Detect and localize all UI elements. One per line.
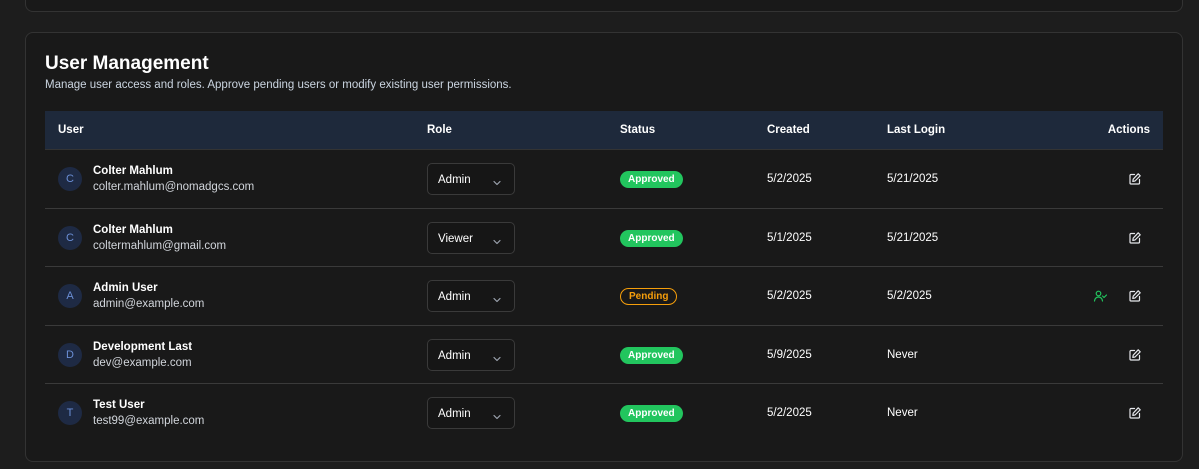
edit-icon[interactable] xyxy=(1128,406,1142,420)
table-row: A Admin User admin@example.com Admin Pending… xyxy=(45,267,1163,326)
status-badge: Approved xyxy=(620,229,683,247)
last-login-date: 5/2/2025 xyxy=(887,290,932,303)
last-login-date: 5/21/2025 xyxy=(887,231,939,244)
created-date: 5/2/2025 xyxy=(767,290,812,303)
chevron-down-icon xyxy=(492,175,502,186)
edit-icon[interactable] xyxy=(1128,172,1142,186)
column-header-actions: Actions xyxy=(1107,124,1150,136)
role-select-value: Admin xyxy=(438,349,471,362)
table-row: C Colter Mahlum coltermahlum@gmail.com View… xyxy=(45,209,1163,268)
user-management-card: User Management Manage user access and r… xyxy=(25,32,1183,462)
user-email: dev@example.com xyxy=(93,356,192,369)
user-check-icon[interactable] xyxy=(1093,289,1108,303)
user-name: Test User xyxy=(93,399,145,412)
status-badge: Approved xyxy=(620,346,683,364)
user-name: Colter Mahlum xyxy=(93,223,173,236)
user-email: coltermahlum@gmail.com xyxy=(93,239,227,252)
page-subtitle: Manage user access and roles. Approve pe… xyxy=(45,79,512,91)
role-select-value: Admin xyxy=(438,408,471,421)
table-header: User Role Status Created Last Login Acti… xyxy=(45,111,1163,150)
top-panel xyxy=(25,0,1183,12)
created-date: 5/2/2025 xyxy=(767,173,812,185)
table-row: T Test User test99@example.com Admin Approve… xyxy=(45,384,1163,443)
role-select-value: Admin xyxy=(438,174,471,186)
role-select-value: Admin xyxy=(438,291,471,304)
role-select[interactable]: Admin xyxy=(427,338,515,371)
role-select-value: Viewer xyxy=(438,232,473,245)
user-email: colter.mahlum@nomadgcs.com xyxy=(93,181,255,193)
chevron-down-icon xyxy=(492,292,502,303)
avatar: C xyxy=(58,167,82,191)
edit-icon[interactable] xyxy=(1128,348,1142,362)
user-name: Admin User xyxy=(93,282,158,295)
table-row: D Development Last dev@example.com Admin App… xyxy=(45,326,1163,385)
column-header-user: User xyxy=(58,124,84,136)
column-header-last-login: Last Login xyxy=(887,124,946,136)
avatar: T xyxy=(58,401,82,426)
last-login-date: 5/21/2025 xyxy=(887,173,939,185)
status-badge: Pending xyxy=(620,288,678,306)
role-select[interactable]: Admin xyxy=(427,280,515,313)
last-login-date: Never xyxy=(887,407,918,420)
page-title: User Management xyxy=(45,53,209,74)
created-date: 5/2/2025 xyxy=(767,407,812,420)
status-badge: Approved xyxy=(620,171,683,188)
edit-icon[interactable] xyxy=(1128,289,1142,303)
edit-icon[interactable] xyxy=(1128,231,1142,245)
chevron-down-icon xyxy=(492,409,502,420)
avatar: D xyxy=(58,342,82,367)
table-row: C Colter Mahlum colter.mahlum@nomadgcs.com… xyxy=(45,150,1163,209)
user-email: test99@example.com xyxy=(93,415,205,428)
role-select[interactable]: Admin xyxy=(427,397,515,430)
table-body: C Colter Mahlum colter.mahlum@nomadgcs.com… xyxy=(45,150,1163,443)
user-name: Colter Mahlum xyxy=(93,165,173,177)
created-date: 5/9/2025 xyxy=(767,348,812,361)
avatar: C xyxy=(58,225,82,250)
user-name: Development Last xyxy=(93,340,193,353)
user-email: admin@example.com xyxy=(93,298,205,311)
last-login-date: Never xyxy=(887,348,918,361)
column-header-created: Created xyxy=(767,124,810,136)
status-badge: Approved xyxy=(620,405,683,423)
column-header-role: Role xyxy=(427,124,452,136)
role-select[interactable]: Viewer xyxy=(427,221,515,254)
chevron-down-icon xyxy=(492,351,502,361)
created-date: 5/1/2025 xyxy=(767,231,812,244)
column-header-status: Status xyxy=(620,124,656,136)
role-select[interactable]: Admin xyxy=(427,163,515,195)
avatar: A xyxy=(58,284,82,309)
users-table: User Role Status Created Last Login Acti… xyxy=(45,111,1163,443)
chevron-down-icon xyxy=(492,234,502,244)
